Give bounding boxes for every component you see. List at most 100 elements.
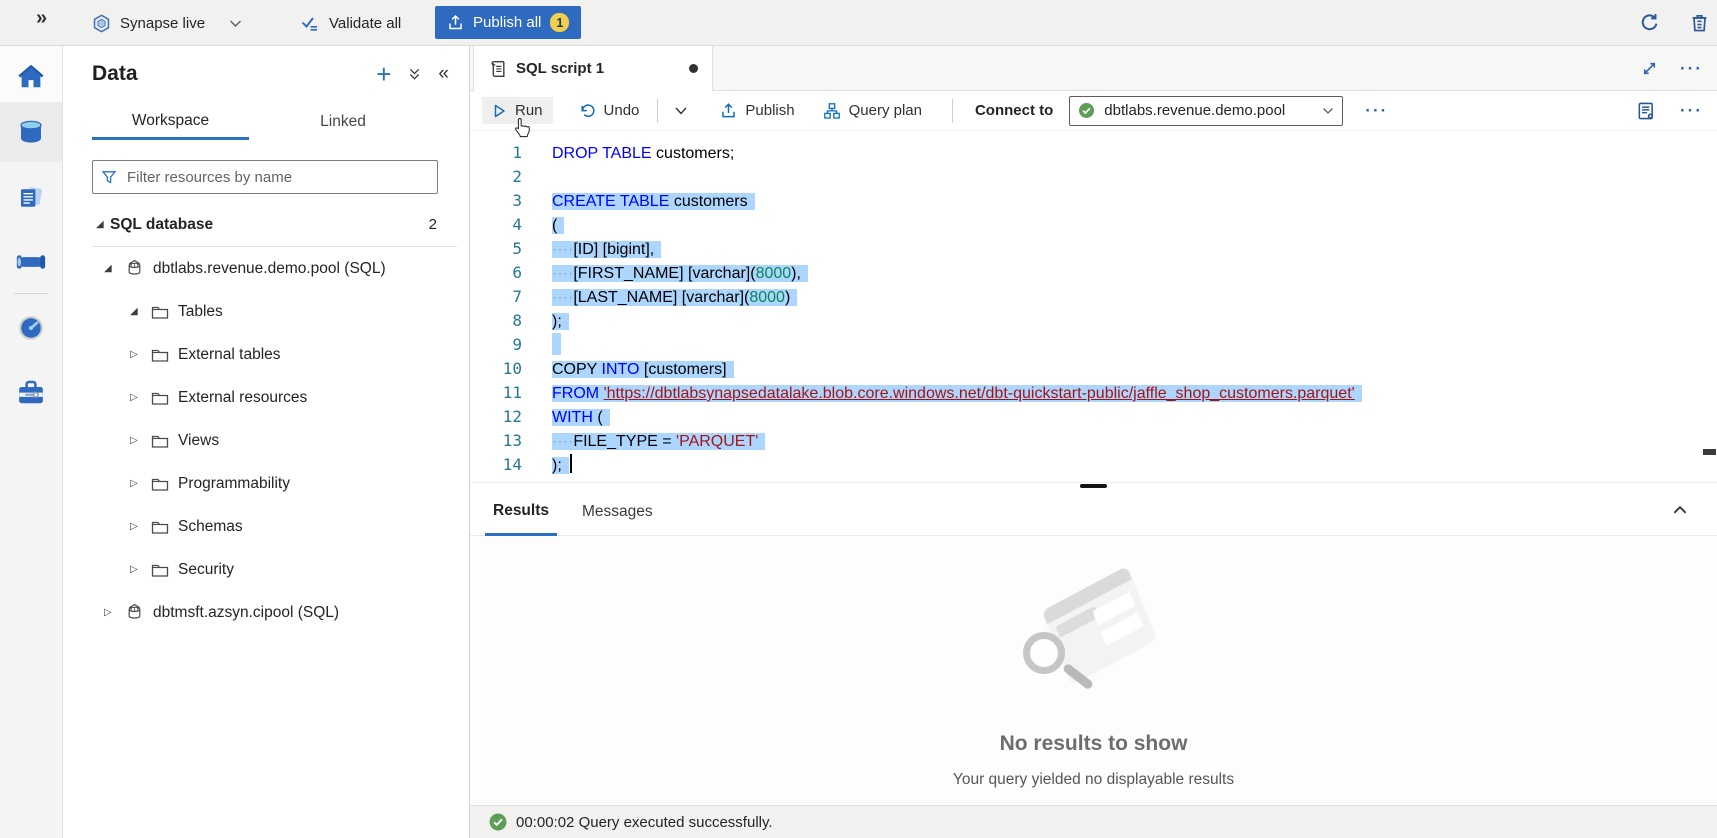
expand-toolbar-icon[interactable]: »	[36, 7, 47, 30]
tree-item-tables[interactable]: ◢Tables	[63, 290, 469, 333]
code-line-14[interactable]: 14);	[470, 453, 1362, 477]
run-button[interactable]: Run	[482, 97, 553, 124]
filter-resources-input[interactable]	[125, 168, 429, 187]
nav-monitor[interactable]	[0, 298, 62, 358]
line-number: 11	[470, 381, 522, 405]
tree-item-external-tables[interactable]: ▷External tables	[63, 333, 469, 376]
connect-to-label: Connect to	[975, 102, 1053, 119]
publish-all-button[interactable]: Publish all 1	[435, 6, 581, 39]
nav-data[interactable]	[0, 102, 62, 162]
synapse-hexagon-icon	[92, 14, 111, 33]
query-plan-icon	[823, 102, 841, 120]
code-line-11[interactable]: 11FROM 'https://dbtlabsynapsedatalake.bl…	[470, 381, 1362, 405]
folder-icon	[151, 433, 169, 449]
toolbar-more-options-icon[interactable]: ···	[1365, 106, 1388, 116]
nav-home[interactable]	[0, 46, 62, 106]
nav-develop[interactable]	[0, 168, 62, 228]
folder-icon	[151, 390, 169, 406]
publish-all-label: Publish all	[473, 14, 541, 31]
tab-title: SQL script 1	[516, 60, 604, 77]
expand-twisty-icon[interactable]: ▷	[130, 349, 144, 360]
magnifier-icon	[1023, 632, 1065, 674]
code-line-2[interactable]: 2	[470, 165, 1362, 189]
expand-editor-icon[interactable]	[1641, 60, 1658, 77]
code-line-7[interactable]: 7····[LAST_NAME] [varchar](8000)	[470, 285, 1362, 309]
undo-button[interactable]: Undo	[569, 97, 650, 124]
code-line-12[interactable]: 12WITH (	[470, 405, 1362, 429]
expand-twisty-icon[interactable]: ▷	[130, 564, 144, 575]
code-line-13[interactable]: 13····FILE_TYPE = 'PARQUET'	[470, 429, 1362, 453]
code-line-10[interactable]: 10COPY INTO [customers]	[470, 357, 1362, 381]
empty-results-state: No results to show Your query yielded no…	[470, 536, 1717, 805]
tree-item-programmability[interactable]: ▷Programmability	[63, 462, 469, 505]
undo-redo-dropdown[interactable]	[666, 101, 696, 121]
code-line-5[interactable]: 5····[ID] [bigint],	[470, 237, 1362, 261]
document-tabstrip: SQL script 1 ···	[470, 46, 1717, 91]
tree-item-security[interactable]: ▷ Security	[63, 548, 469, 591]
chevron-down-icon	[1322, 107, 1334, 115]
code-line-9[interactable]: 9	[470, 333, 1362, 357]
tab-more-options-icon[interactable]: ···	[1680, 64, 1703, 74]
line-number: 8	[470, 309, 522, 333]
publish-button[interactable]: Publish	[710, 97, 804, 124]
query-plan-button[interactable]: Query plan	[813, 97, 932, 125]
tab-workspace[interactable]: Workspace	[92, 104, 249, 140]
add-resource-icon[interactable]: +	[376, 64, 391, 84]
home-icon	[16, 62, 46, 90]
tab-messages[interactable]: Messages	[574, 488, 661, 536]
text-cursor	[570, 454, 572, 473]
line-number: 12	[470, 405, 522, 429]
code-line-4[interactable]: 4(	[470, 213, 1362, 237]
tree-item-schemas[interactable]: ▷ Schemas	[63, 505, 469, 548]
tree-item-dbtmsft-pool[interactable]: ▷dbtmsft.azsyn.cipool (SQL)	[63, 591, 469, 634]
line-number: 4	[470, 213, 522, 237]
query-plan-label: Query plan	[849, 102, 922, 119]
collapse-twisty-icon[interactable]: ◢	[96, 219, 110, 230]
code-editor[interactable]: 1DROP TABLE customers;23CREATE TABLE cus…	[470, 131, 1717, 482]
expand-twisty-icon[interactable]: ▷	[130, 435, 144, 446]
code-line-6[interactable]: 6····[FIRST_NAME] [varchar](8000),	[470, 261, 1362, 285]
tree-item-views[interactable]: ▷ Views	[63, 419, 469, 462]
tree-item-external-resources[interactable]: ▷External resources	[63, 376, 469, 419]
tree-item-sql-database[interactable]: ◢SQL database2	[63, 203, 469, 246]
collapse-results-icon[interactable]	[1671, 501, 1689, 519]
filter-resources-box[interactable]	[92, 160, 438, 194]
double-chevron-down-icon[interactable]	[407, 67, 422, 82]
session-properties-icon[interactable]	[1636, 101, 1656, 121]
tab-results[interactable]: Results	[485, 488, 557, 536]
refresh-icon[interactable]	[1638, 11, 1661, 34]
run-play-icon	[492, 103, 507, 119]
editor-more-options-icon[interactable]: ···	[1680, 106, 1703, 116]
toolbar-separator	[657, 99, 658, 123]
results-tabstrip: Results Messages	[470, 488, 1717, 536]
connect-to-dropdown[interactable]: dbtlabs.revenue.demo.pool	[1069, 96, 1343, 126]
nav-manage[interactable]	[0, 362, 62, 422]
data-panel-tabs: Workspace Linked	[92, 104, 437, 140]
tab-linked[interactable]: Linked	[249, 104, 437, 140]
mode-selector[interactable]: Synapse live	[92, 0, 242, 46]
expand-twisty-icon[interactable]: ▷	[104, 607, 118, 618]
code-line-3[interactable]: 3CREATE TABLE customers	[470, 189, 1362, 213]
expand-twisty-icon[interactable]: ▷	[130, 521, 144, 532]
script-toolbar: Run Undo Publish	[470, 91, 1717, 131]
tab-sql-script-1[interactable]: SQL script 1	[473, 46, 713, 91]
item-count-badge: 2	[429, 216, 437, 233]
tree-item-label: Views	[178, 432, 219, 450]
pool-status-ok-icon	[1078, 102, 1095, 119]
nav-integrate[interactable]	[0, 232, 62, 292]
validate-all-label: Validate all	[329, 15, 401, 32]
collapse-twisty-icon[interactable]: ◢	[104, 263, 118, 274]
collapse-panel-icon[interactable]: «	[438, 65, 449, 83]
tree-item-label: Schemas	[178, 518, 243, 536]
folder-icon	[151, 562, 169, 578]
code-line-1[interactable]: 1DROP TABLE customers;	[470, 141, 1362, 165]
expand-twisty-icon[interactable]: ▷	[130, 478, 144, 489]
code-line-8[interactable]: 8);	[470, 309, 1362, 333]
validate-all-button[interactable]: Validate all	[300, 0, 401, 46]
tree-item-label: Security	[178, 561, 234, 579]
tree-item-dbtlabs-pool[interactable]: ◢dbtlabs.revenue.demo.pool (SQL)	[63, 247, 469, 290]
editor-area: SQL script 1 ··· Run U	[470, 46, 1717, 838]
discard-all-icon[interactable]	[1688, 11, 1711, 34]
expand-twisty-icon[interactable]: ▷	[130, 392, 144, 403]
collapse-twisty-icon[interactable]: ◢	[130, 306, 144, 317]
